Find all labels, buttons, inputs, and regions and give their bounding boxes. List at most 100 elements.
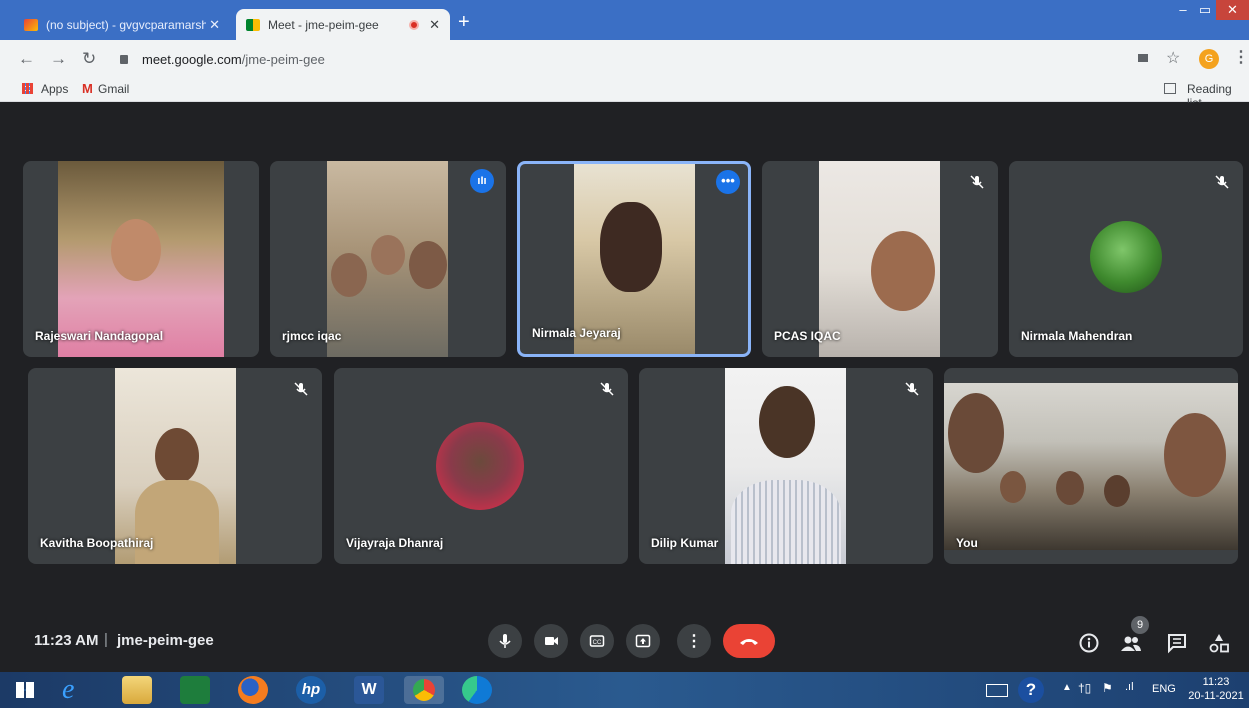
more-vert-icon: ⋮ — [686, 633, 702, 650]
leave-call-button[interactable] — [723, 624, 775, 658]
apps-icon — [22, 83, 33, 94]
profile-avatar[interactable]: G — [1199, 49, 1219, 69]
present-icon — [635, 634, 651, 648]
participant-name: Dilip Kumar — [651, 536, 719, 550]
participants-button[interactable] — [1120, 632, 1144, 656]
network-icon[interactable]: †▯ — [1078, 681, 1091, 695]
gmail-icon: M — [82, 81, 93, 96]
participant-tile[interactable]: Kavitha Boopathiraj — [28, 368, 322, 564]
participant-tile[interactable]: PCAS IQAC — [762, 161, 998, 357]
meeting-details-button[interactable] — [1078, 632, 1102, 656]
back-icon[interactable]: ← — [18, 49, 35, 69]
participant-body — [731, 480, 841, 564]
tab-meet-title: Meet - jme-peim-gee — [268, 17, 379, 32]
browser-toolbar: ← → ↻ meet.google.com /jme-peim-gee ☆ G … — [0, 40, 1249, 77]
participant-name: PCAS IQAC — [774, 329, 841, 343]
show-hidden-icons[interactable]: ▲ — [1062, 682, 1072, 693]
participant-tile[interactable]: Nirmala Mahendran — [1009, 161, 1243, 357]
star-icon[interactable]: ☆ — [1166, 48, 1180, 68]
reload-icon[interactable]: ↻ — [82, 49, 96, 69]
forward-icon[interactable]: → — [50, 49, 67, 69]
participant-face — [371, 235, 405, 275]
meet-control-bar: 11:23 AM | jme-peim-gee CC ⋮ 9 — [0, 610, 1249, 672]
chrome-icon[interactable] — [404, 676, 444, 704]
signal-icon[interactable]: .ıl — [1125, 681, 1134, 693]
clock[interactable]: 11:23 20-11-2021 — [1188, 675, 1244, 703]
participant-face — [871, 231, 935, 311]
mic-off-icon — [903, 380, 921, 398]
minimize-button[interactable]: – — [1172, 0, 1194, 20]
participant-face — [409, 241, 447, 289]
participant-face — [1164, 413, 1226, 497]
participant-avatar — [1090, 221, 1162, 293]
hp-icon[interactable]: hp — [296, 676, 326, 704]
participant-face — [1000, 471, 1026, 503]
close-icon[interactable]: ✕ — [209, 17, 220, 33]
touch-keyboard-icon[interactable] — [986, 684, 1008, 697]
participant-tile-active-speaker[interactable]: ••• Nirmala Jeyaraj — [517, 161, 751, 357]
file-explorer-icon[interactable] — [122, 676, 152, 704]
activities-icon — [1209, 634, 1229, 653]
lock-icon — [120, 54, 128, 64]
close-window-button[interactable]: ✕ — [1216, 0, 1249, 20]
participant-video — [725, 368, 846, 564]
address-bar[interactable]: meet.google.com /jme-peim-gee — [110, 45, 1140, 73]
camera-icon[interactable] — [1138, 54, 1148, 62]
captions-button[interactable]: CC — [580, 624, 614, 658]
clock-time: 11:23 — [1202, 676, 1230, 688]
participant-name: Vijayraja Dhanraj — [346, 536, 444, 550]
present-screen-button[interactable] — [626, 624, 660, 658]
mic-off-icon — [968, 173, 986, 191]
participant-face — [331, 253, 367, 297]
chat-button[interactable] — [1166, 632, 1190, 656]
participant-tile-self[interactable]: You — [944, 368, 1238, 564]
participant-face — [948, 393, 1004, 473]
meeting-code: jme-peim-gee — [117, 632, 214, 649]
participant-video — [115, 368, 236, 564]
participant-video — [327, 161, 448, 357]
maximize-button[interactable]: ▭ — [1194, 0, 1216, 20]
participant-video — [819, 161, 940, 357]
activities-button[interactable] — [1208, 632, 1232, 656]
tab-gmail-title: (no subject) - gvgvcparamarsh@ — [46, 17, 206, 32]
store-icon[interactable] — [180, 676, 210, 704]
reading-list-icon — [1164, 83, 1176, 94]
bookmark-apps[interactable]: Apps — [41, 82, 68, 96]
participant-tile[interactable]: Rajeswari Nandagopal — [23, 161, 259, 357]
firefox-icon[interactable] — [238, 676, 268, 704]
language-indicator[interactable]: ENG — [1152, 683, 1176, 695]
tab-gmail[interactable]: (no subject) - gvgvcparamarsh@ ✕ — [14, 9, 230, 40]
participant-body — [135, 480, 219, 564]
participant-face — [759, 386, 815, 458]
participant-face — [600, 202, 662, 292]
camera-button[interactable] — [534, 624, 568, 658]
info-icon — [1079, 633, 1099, 653]
more-menu-icon[interactable]: ⋮ — [1233, 47, 1249, 67]
participant-tile[interactable]: ıIı rjmcc iqac — [270, 161, 506, 357]
edge-icon[interactable] — [462, 676, 492, 704]
clock-date: 20-11-2021 — [1188, 690, 1244, 702]
help-icon[interactable]: ? — [1018, 677, 1044, 703]
new-tab-button[interactable]: + — [458, 12, 470, 32]
close-icon[interactable]: ✕ — [429, 17, 440, 33]
participant-video — [58, 161, 224, 357]
participant-tile[interactable]: Vijayraja Dhanraj — [334, 368, 628, 564]
participant-count-badge: 9 — [1131, 616, 1149, 634]
bookmark-gmail[interactable]: Gmail — [98, 82, 129, 96]
tab-meet[interactable]: Meet - jme-peim-gee ✕ — [236, 9, 450, 40]
gmail-icon — [24, 18, 38, 31]
internet-explorer-icon[interactable]: e — [62, 676, 92, 704]
more-options-icon[interactable]: ••• — [716, 170, 740, 194]
microphone-button[interactable] — [488, 624, 522, 658]
participant-tile[interactable]: Dilip Kumar — [639, 368, 933, 564]
participant-face — [1056, 471, 1084, 505]
more-options-button[interactable]: ⋮ — [677, 624, 711, 658]
browser-tab-bar: (no subject) - gvgvcparamarsh@ ✕ Meet - … — [0, 0, 1249, 40]
windows-start-icon[interactable] — [16, 682, 34, 698]
bookmarks-bar: Apps M Gmail Reading list — [0, 77, 1249, 110]
microphone-icon — [499, 634, 511, 648]
windows-taskbar: e hp W ? ▲ †▯ ⚑ .ıl ENG 11:23 20-11-2021 — [0, 672, 1249, 708]
word-icon[interactable]: W — [354, 676, 384, 704]
participant-name: Rajeswari Nandagopal — [35, 329, 164, 343]
flag-icon[interactable]: ⚑ — [1102, 681, 1113, 695]
